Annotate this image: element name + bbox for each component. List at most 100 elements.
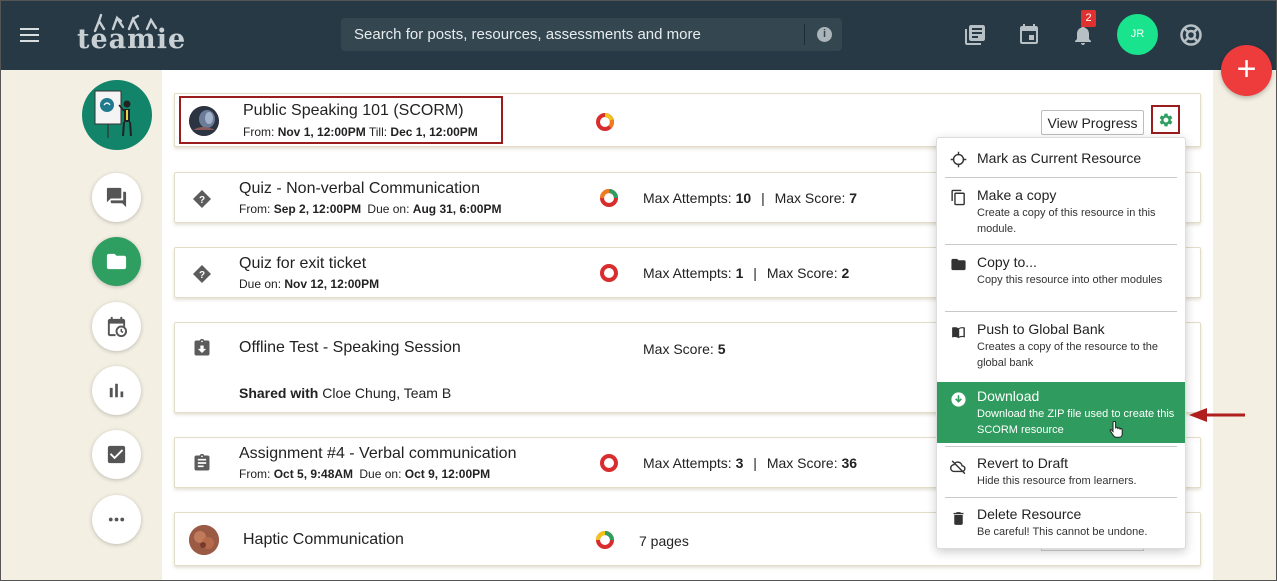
progress-donut-icon [596, 113, 614, 131]
scorm-thumbnail [189, 106, 219, 136]
menu-item-make-copy[interactable]: Make a copy Create a copy of this resour… [937, 178, 1185, 244]
attempts-value: 10 [735, 190, 752, 206]
progress-donut-icon [596, 531, 614, 549]
schedule-button[interactable] [92, 302, 141, 351]
download-icon [951, 392, 966, 407]
due-date: Oct 9, 12:00PM [404, 467, 491, 481]
attempts-label: Max Attempts: [643, 190, 732, 206]
from-date: Oct 5, 9:48AM [273, 467, 354, 481]
notification-badge: 2 [1081, 10, 1096, 27]
resource-title[interactable]: Haptic Communication [243, 531, 404, 549]
score-label: Max Score: [766, 265, 838, 281]
menu-item-desc: Create a copy of this resource in this m… [977, 207, 1156, 235]
menu-item-delete[interactable]: Delete Resource Be careful! This cannot … [937, 498, 1185, 546]
separator: | [753, 455, 757, 471]
menu-item-push-global-bank[interactable]: Push to Global Bank Creates a copy of th… [937, 312, 1185, 378]
checkbox-icon [107, 445, 126, 464]
attempts-score: Max Attempts: 3 | Max Score: 36 [643, 455, 857, 471]
more-icon [108, 517, 125, 522]
hand-cursor-icon [1109, 421, 1123, 438]
resource-title[interactable]: Assignment #4 - Verbal communication [239, 445, 516, 463]
menu-item-desc: Be careful! This cannot be undone. [977, 526, 1148, 538]
menu-item-revert-draft[interactable]: Revert to Draft Hide this resource from … [937, 447, 1185, 495]
separator: | [761, 190, 765, 206]
pages-count: 7 pages [639, 533, 689, 549]
search-input[interactable] [341, 18, 803, 51]
avatar[interactable]: JR [1117, 14, 1158, 55]
menu-item-desc: Hide this resource from learners. [977, 475, 1137, 487]
search-bar: i [341, 18, 842, 51]
resources-button[interactable] [92, 237, 141, 286]
view-progress-button[interactable]: View Progress [1041, 110, 1144, 135]
calendar-icon[interactable] [1017, 23, 1041, 47]
resource-actions-menu: Mark as Current Resource Make a copy Cre… [936, 137, 1186, 549]
menu-item-download[interactable]: Download Download the ZIP file used to c… [937, 382, 1185, 443]
resource-settings-button[interactable] [1151, 105, 1180, 134]
score-label: Max Score: [643, 341, 714, 357]
till-date: Dec 1, 12:00PM [390, 125, 478, 139]
score-label: Max Score: [766, 455, 838, 471]
from-date: Nov 1, 12:00PM [277, 125, 366, 139]
resource-title[interactable]: Public Speaking 101 (SCORM) [243, 102, 464, 120]
menu-item-label: Revert to Draft [977, 455, 1069, 471]
assignment-icon [194, 453, 210, 471]
resource-dates: From: Sep 2, 12:00PM Due on: Aug 31, 6:0… [239, 202, 501, 216]
crosshair-icon [950, 151, 967, 168]
attempts-value: 1 [735, 265, 744, 281]
resource-title[interactable]: Quiz - Non-verbal Communication [239, 180, 480, 198]
progress-donut-icon [600, 264, 618, 282]
analytics-button[interactable] [92, 366, 141, 415]
resources-folder-icon [106, 253, 127, 270]
menu-item-copy-to[interactable]: Copy to... Copy this resource into other… [937, 245, 1185, 311]
attempts-score: Max Attempts: 10 | Max Score: 7 [643, 190, 857, 206]
due-date: Aug 31, 6:00PM [412, 202, 502, 216]
menu-item-mark-current[interactable]: Mark as Current Resource [937, 138, 1185, 177]
gear-icon [1159, 113, 1173, 127]
svg-text:?: ? [199, 195, 205, 206]
menu-item-desc: Copy this resource into other modules [977, 274, 1163, 286]
shared-label: Shared with [239, 385, 319, 401]
book-icon[interactable] [963, 23, 987, 47]
info-icon[interactable]: i [817, 27, 832, 42]
separator: | [753, 265, 757, 281]
menu-icon[interactable] [20, 28, 39, 42]
resource-dates: From: Nov 1, 12:00PM Till: Dec 1, 12:00P… [243, 125, 478, 139]
from-label: From: [239, 202, 271, 216]
score-value: 36 [841, 455, 858, 471]
due-date: Nov 12, 12:00PM [284, 277, 380, 291]
attempts-label: Max Attempts: [643, 265, 732, 281]
menu-item-desc: Creates a copy of the resource to the gl… [977, 341, 1158, 369]
course-image[interactable] [82, 80, 152, 150]
menu-item-label: Download [977, 388, 1040, 404]
score-label: Max Score: [774, 190, 846, 206]
svg-text:?: ? [199, 270, 205, 281]
course-presentation-icon [94, 90, 132, 138]
assessment-button[interactable] [92, 430, 141, 479]
shared-value: Cloe Chung, Team B [322, 385, 452, 401]
posts-icon [106, 187, 127, 208]
search-divider [804, 24, 805, 45]
menu-item-label: Mark as Current Resource [977, 150, 1142, 166]
progress-donut-icon [600, 189, 618, 207]
menu-item-label: Make a copy [977, 187, 1057, 203]
help-lifebuoy-icon[interactable] [1179, 23, 1203, 47]
menu-item-label: Delete Resource [977, 506, 1082, 522]
more-button[interactable] [92, 495, 141, 544]
score-value: 2 [841, 265, 850, 281]
trash-icon [953, 512, 964, 525]
annotation-arrow-icon [1189, 408, 1245, 422]
resource-dates: From: Oct 5, 9:48AM Due on: Oct 9, 12:00… [239, 467, 490, 481]
resource-dates: Due on: Nov 12, 12:00PM [239, 277, 379, 291]
offline-test-icon [194, 338, 210, 356]
resource-title[interactable]: Quiz for exit ticket [239, 255, 366, 273]
quiz-icon: ? [193, 190, 211, 208]
schedule-icon [107, 316, 128, 338]
teamie-logo[interactable]: teamie [77, 13, 185, 55]
create-fab-button[interactable]: + [1221, 45, 1272, 96]
attempts-label: Max Attempts: [643, 455, 732, 471]
page-thumbnail [189, 525, 219, 555]
due-label: Due on: [359, 467, 402, 481]
posts-button[interactable] [92, 173, 141, 222]
score-value: 7 [849, 190, 858, 206]
resource-title[interactable]: Offline Test - Speaking Session [239, 339, 461, 357]
